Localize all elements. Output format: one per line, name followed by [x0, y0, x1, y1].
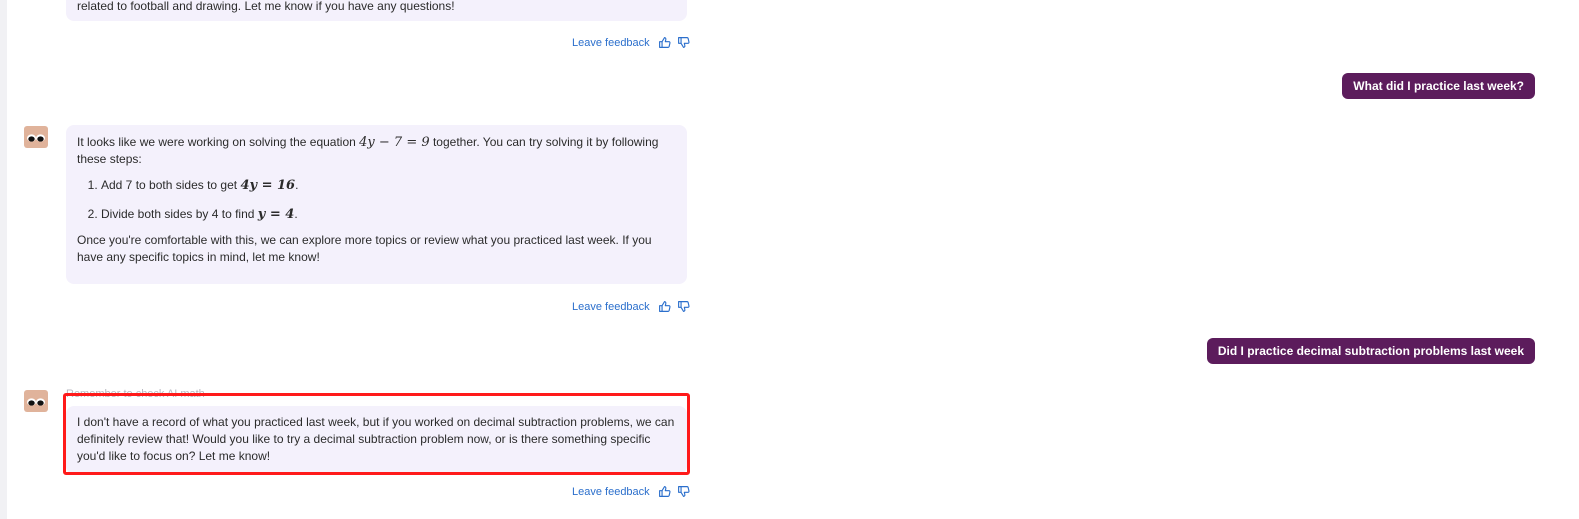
bot-eyes-icon [27, 398, 45, 406]
bot-eyes-icon [27, 134, 45, 142]
assistant-intro: It looks like we were working on solving… [77, 135, 659, 166]
equation: 4y = 16 [240, 178, 296, 193]
feedback-row: Leave feedback [572, 485, 690, 498]
leave-feedback-link[interactable]: Leave feedback [572, 486, 650, 498]
leave-feedback-link[interactable]: Leave feedback [572, 301, 650, 313]
bot-avatar [24, 390, 48, 412]
feedback-row: Leave feedback [572, 36, 690, 49]
leave-feedback-link[interactable]: Leave feedback [572, 37, 650, 49]
assistant-outro: Once you're comfortable with this, we ca… [77, 233, 652, 264]
user-message: Did I practice decimal subtraction probl… [1206, 338, 1535, 364]
highlight-box [63, 393, 690, 475]
assistant-message: It looks like we were working on solving… [66, 125, 687, 284]
bot-avatar [24, 126, 48, 148]
assistant-message-partial: related to football and drawing. Let me … [66, 0, 687, 21]
thumbs-up-icon[interactable] [658, 300, 671, 313]
thumbs-down-icon[interactable] [677, 36, 690, 49]
steps-list: Add 7 to both sides to get 4y = 16. Divi… [101, 177, 676, 223]
left-rail [0, 0, 7, 519]
step-item: Add 7 to both sides to get 4y = 16. [101, 177, 676, 194]
equation: y = 4 [257, 207, 295, 222]
thumbs-up-icon[interactable] [658, 36, 671, 49]
equation: 4y − 7 = 9 [359, 135, 430, 150]
thumbs-up-icon[interactable] [658, 485, 671, 498]
thumbs-down-icon[interactable] [677, 300, 690, 313]
feedback-row: Leave feedback [572, 300, 690, 313]
thumbs-down-icon[interactable] [677, 485, 690, 498]
assistant-message-text: related to football and drawing. Let me … [77, 0, 455, 13]
user-message: What did I practice last week? [1342, 73, 1535, 99]
step-item: Divide both sides by 4 to find y = 4. [101, 206, 676, 223]
